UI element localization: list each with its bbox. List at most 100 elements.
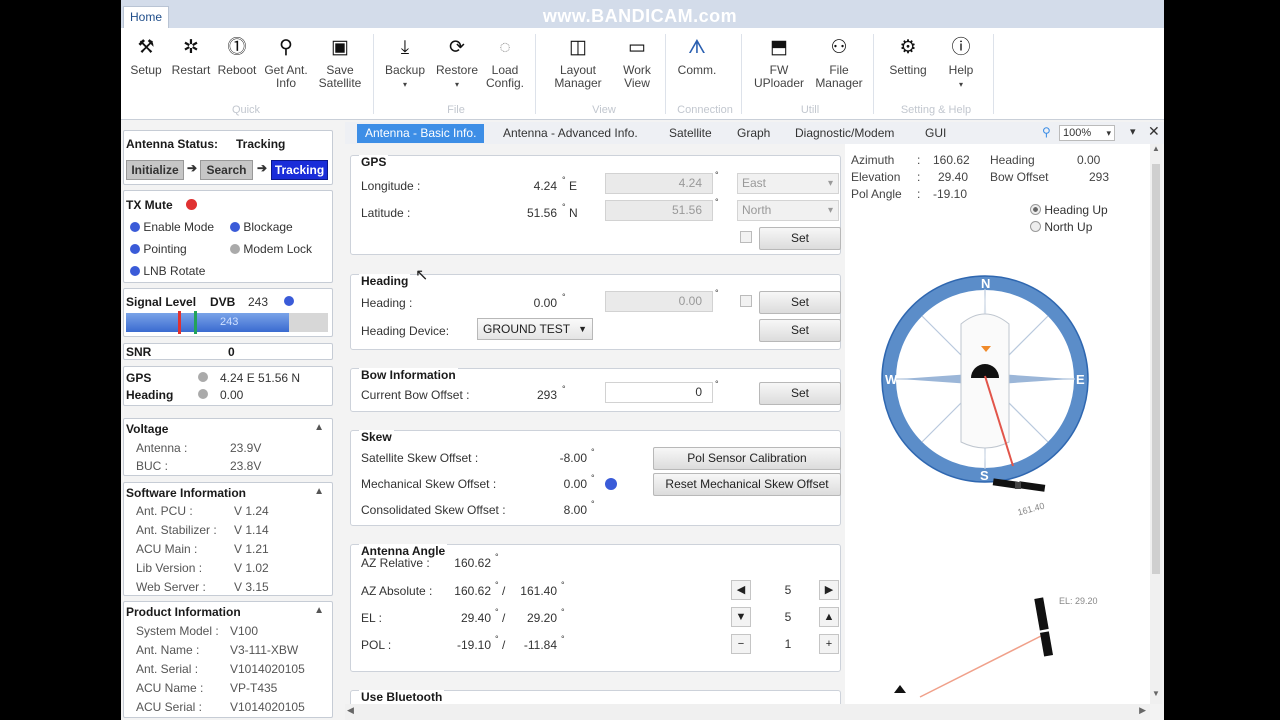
comm-button[interactable]: ᗑ Comm.: [673, 34, 721, 77]
modem-lock-indicator: Modem Lock: [230, 242, 312, 256]
el-step-input[interactable]: 5: [755, 607, 821, 627]
az-right-button[interactable]: ▶: [819, 580, 839, 600]
close-icon[interactable]: ✕: [1148, 123, 1160, 140]
group-label-utill: Utill: [800, 104, 820, 116]
heading-manual-checkbox[interactable]: [740, 295, 752, 307]
heading-input[interactable]: 0.00: [605, 291, 713, 312]
reboot-button[interactable]: ⓵ Reboot: [217, 34, 257, 77]
ribbon-separator: [535, 34, 536, 114]
product-info-card: Product Information ▲ System Model : V100…: [123, 601, 333, 718]
arrow-right-icon: ▶: [824, 584, 834, 596]
bow-set-button[interactable]: Set: [759, 382, 841, 405]
elevation-pointer: [919, 635, 1042, 698]
tab-diagnostic-modem[interactable]: Diagnostic/Modem: [787, 124, 902, 143]
latitude-input[interactable]: 51.56: [605, 200, 713, 221]
compass-south-label: S: [980, 468, 989, 483]
latitude-direction-select[interactable]: North: [737, 200, 839, 221]
signal-indicator: [284, 296, 294, 306]
restore-button[interactable]: ⟳ Restore ▾: [435, 34, 479, 91]
pol-plus-button[interactable]: +: [819, 634, 839, 654]
mouse-cursor-icon: ↖: [415, 267, 429, 284]
fw-uploader-button[interactable]: ⬒ FW UPloader: [751, 34, 807, 90]
menu-icon[interactable]: ▾: [1130, 125, 1136, 138]
voltage-card: Voltage ▲ Antenna : 23.9V BUC : 23.8V: [123, 418, 333, 476]
lnb-rotate-indicator: LNB Rotate: [130, 264, 205, 278]
step-initialize[interactable]: Initialize: [126, 160, 184, 180]
az-left-button[interactable]: ◀: [731, 580, 751, 600]
step-search[interactable]: Search: [200, 160, 253, 180]
north-up-radio[interactable]: North Up: [1030, 220, 1092, 234]
longitude-direction-select[interactable]: East: [737, 173, 839, 194]
pin-icon[interactable]: ⚲: [1042, 125, 1051, 139]
az-step-input[interactable]: 5: [755, 580, 821, 600]
heading-set-button[interactable]: Set: [759, 291, 841, 314]
heading-up-radio[interactable]: Heading Up: [1030, 203, 1108, 217]
layout-manager-button[interactable]: ◫ Layout Manager: [549, 34, 607, 90]
tx-mute-indicator: [186, 199, 197, 210]
heading-indicator: [198, 389, 208, 399]
chevron-up-icon[interactable]: ▲: [314, 605, 324, 616]
acu-application-window: Home ⚒ Setup ✲ Restart ⓵ Reboot ⚲ Get Ant. I…: [121, 0, 1164, 720]
download-icon: ⤓: [400, 37, 410, 58]
gear-icon: ⚙: [899, 37, 917, 58]
tab-antenna-basic-info[interactable]: Antenna - Basic Info.: [357, 124, 485, 143]
tab-graph[interactable]: Graph: [729, 124, 778, 143]
tab-satellite[interactable]: Satellite: [661, 124, 720, 143]
gps-manual-checkbox[interactable]: [740, 231, 752, 243]
signal-icon: ᗑ: [688, 37, 706, 58]
info-icon: ⓘ: [951, 37, 971, 58]
minus-icon: −: [737, 638, 745, 650]
setup-button[interactable]: ⚒ Setup: [129, 34, 163, 77]
zoom-select[interactable]: 100% ▾: [1059, 125, 1115, 141]
view-tab-bar: Antenna - Basic Info. Antenna - Advanced…: [345, 122, 1164, 144]
arrow-right-icon: ➔: [187, 161, 198, 175]
gps-set-button[interactable]: Set: [759, 227, 841, 250]
vertical-scrollbar[interactable]: ▲ ▼: [1150, 144, 1162, 704]
ribbon-separator: [665, 34, 666, 114]
compass-view: N S E W 161.40 EL: 29.20: [881, 275, 1098, 698]
tab-antenna-advanced-info[interactable]: Antenna - Advanced Info.: [495, 124, 646, 143]
window-icon: ▭: [628, 37, 646, 58]
antenna-angle-section: Antenna Angle AZ Relative : 160.62 ° AZ …: [350, 544, 841, 672]
work-view-button[interactable]: ▭ Work View: [615, 34, 659, 90]
antenna-compass-panel: Azimuth : 160.62 Elevation : 29.40 Pol A…: [845, 144, 1150, 704]
load-config-button[interactable]: ◌ Load Config.: [483, 34, 527, 90]
restart-icon: ✲: [183, 37, 199, 58]
heading-device-set-button[interactable]: Set: [759, 319, 841, 342]
save-satellite-button[interactable]: ▣ Save Satellite: [316, 34, 364, 90]
setting-button[interactable]: ⚙ Setting: [885, 34, 931, 77]
pol-sensor-calibration-button[interactable]: Pol Sensor Calibration: [653, 447, 841, 470]
compass-east-label: E: [1076, 372, 1085, 387]
tab-gui[interactable]: GUI: [917, 124, 954, 143]
ribbon-separator: [373, 34, 374, 114]
get-ant-info-button[interactable]: ⚲ Get Ant. Info: [262, 34, 310, 90]
bow-offset-input[interactable]: 0: [605, 382, 713, 403]
gps-section: GPS Longitude : 4.24 ° E 4.24 ° East Lat…: [350, 155, 841, 255]
chevron-up-icon[interactable]: ▲: [314, 486, 324, 497]
backup-button[interactable]: ⤓ Backup ▾: [383, 34, 427, 91]
save-icon: ▣: [331, 37, 349, 58]
recording-watermark: www.BANDICAM.com: [542, 6, 738, 26]
gps-heading-card: GPS 4.24 E 51.56 N Heading 0.00: [123, 366, 333, 406]
enable-mode-indicator: Enable Mode: [130, 220, 214, 234]
indicator-card: TX Mute Enable Mode Blockage Pointing Mo…: [123, 190, 333, 283]
horizontal-scrollbar[interactable]: ◀ ▶: [345, 704, 1150, 720]
heading-device-select[interactable]: GROUND TEST ▼: [477, 318, 593, 340]
snr-card: SNR 0: [123, 343, 333, 360]
help-button[interactable]: ⓘ Help ▾: [941, 34, 981, 91]
restart-button[interactable]: ✲ Restart: [171, 34, 211, 77]
file-manager-button[interactable]: ⚇ File Manager: [811, 34, 867, 90]
chevron-up-icon[interactable]: ▲: [314, 422, 324, 433]
elevation-satellite-icon: [1034, 597, 1054, 657]
pointing-indicator: Pointing: [130, 242, 187, 256]
pol-minus-button[interactable]: −: [731, 634, 751, 654]
step-tracking[interactable]: Tracking: [271, 160, 328, 180]
pol-step-input[interactable]: 1: [755, 634, 821, 654]
longitude-input[interactable]: 4.24: [605, 173, 713, 194]
reset-mechanical-skew-offset-button[interactable]: Reset Mechanical Skew Offset: [653, 473, 841, 496]
file-manager-icon: ⚇: [830, 37, 848, 58]
group-label-connection: Connection: [677, 104, 733, 116]
skew-section: Skew Satellite Skew Offset : -8.00 ° Mec…: [350, 430, 841, 526]
el-down-button[interactable]: ▼: [731, 607, 751, 627]
el-up-button[interactable]: ▲: [819, 607, 839, 627]
